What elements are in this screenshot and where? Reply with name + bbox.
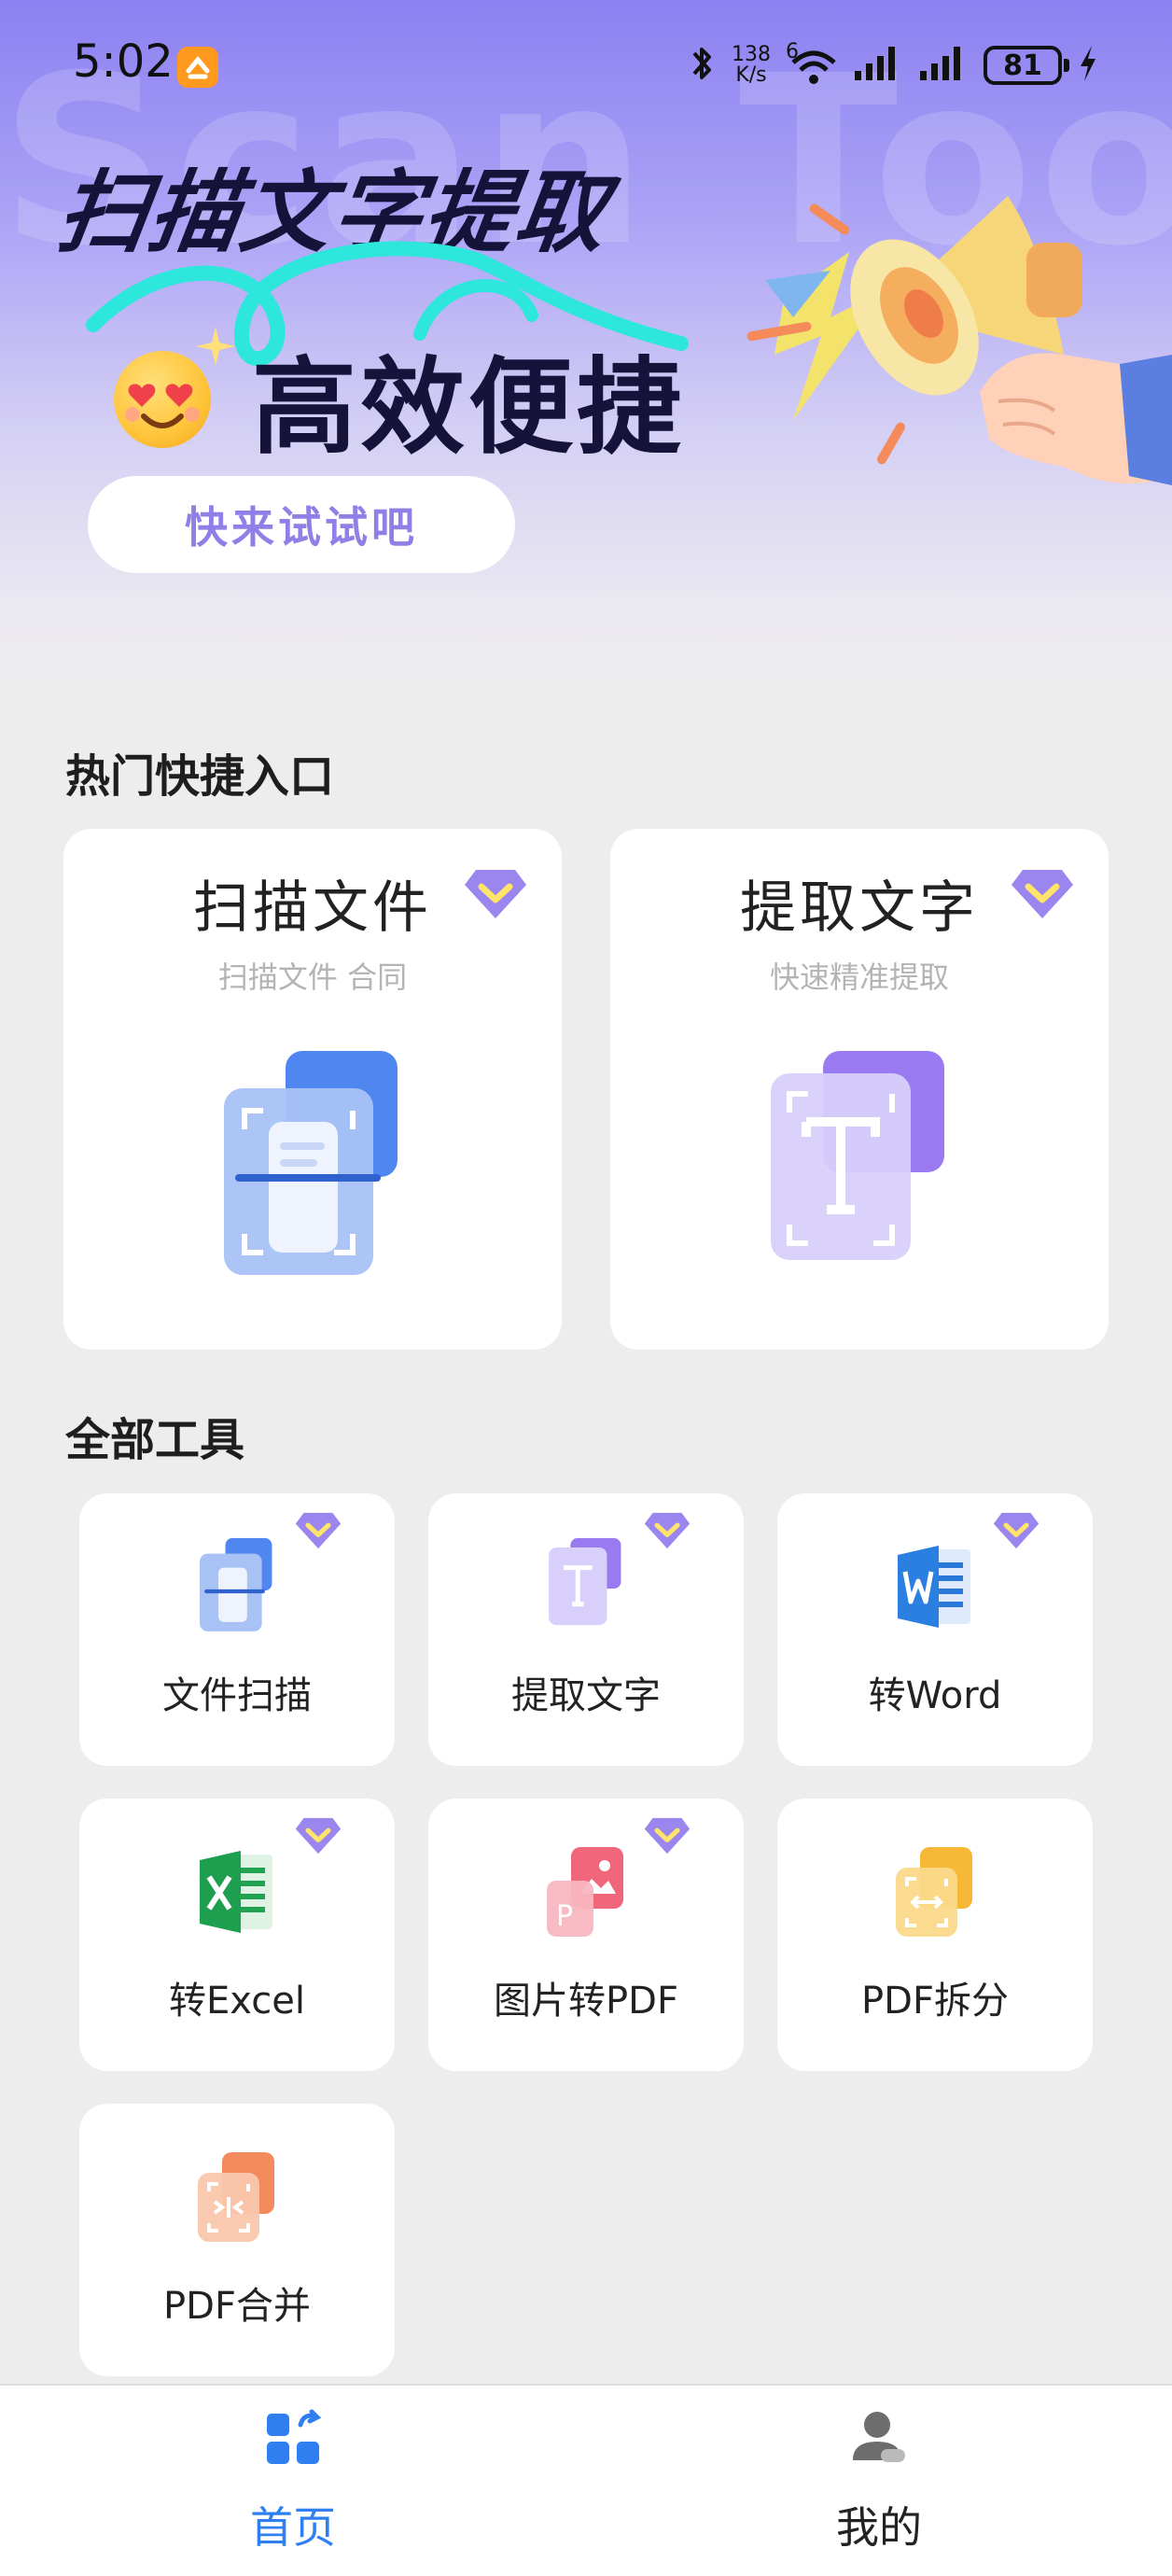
bottom-navigation: 首页 我的: [0, 2384, 1172, 2576]
charging-icon: [1077, 44, 1099, 87]
tool-pdf-merge[interactable]: PDF合并: [79, 2104, 395, 2376]
tool-image-to-pdf[interactable]: P 图片转PDF: [428, 1799, 744, 2071]
status-icons: 138 K/s 6 81: [689, 37, 1099, 93]
tool-pdf-split[interactable]: PDF拆分: [777, 1799, 1093, 2071]
home-grid-icon: [267, 2409, 322, 2464]
nav-item-profile[interactable]: 我的: [586, 2386, 1172, 2576]
status-time: 5:02: [73, 35, 174, 88]
quick-card-subtitle: 快速精准提取: [769, 959, 949, 995]
vip-diamond-icon: [295, 1512, 342, 1549]
quick-card-scan-file[interactable]: 扫描文件 扫描文件 合同: [63, 829, 562, 1350]
hero-subtitle: 高效便捷: [252, 347, 685, 469]
status-bar: 5:02 138 K/s 6 81: [0, 0, 1172, 131]
tool-label: 提取文字: [511, 1674, 661, 1717]
bluetooth-icon: [689, 42, 717, 89]
tool-label: PDF合并: [163, 2285, 311, 2328]
network-speed: 138 K/s: [732, 45, 771, 86]
tool-extract-text[interactable]: 提取文字: [428, 1493, 744, 1766]
tool-label: 转Excel: [169, 1980, 305, 2023]
tools-section-title: 全部工具: [65, 1414, 245, 1466]
tool-scan-file[interactable]: 文件扫描: [79, 1493, 395, 1766]
tool-label: 图片转PDF: [494, 1980, 678, 2023]
image-to-pdf-icon: P: [547, 1847, 623, 1937]
app-root: Scan Tool 5:02 138 K/s 6 81 扫描文字提取 高效便捷 …: [0, 0, 1172, 2576]
vip-diamond-icon: [993, 1512, 1039, 1549]
excel-icon: [200, 1851, 272, 1933]
tool-label: 文件扫描: [162, 1674, 312, 1717]
vip-diamond-icon: [465, 870, 526, 918]
tool-convert-excel[interactable]: 转Excel: [79, 1799, 395, 2071]
scan-document-icon: [200, 1538, 272, 1631]
nav-label-profile: 我的: [836, 2502, 922, 2553]
wifi-band-label: 6: [786, 40, 799, 63]
wifi-icon: 6: [786, 40, 838, 87]
text-extract-icon: [549, 1538, 621, 1626]
network-speed-value: 138: [732, 43, 771, 66]
text-extract-icon: [771, 1051, 944, 1260]
hot-section-title: 热门快捷入口: [65, 750, 335, 803]
quick-card-extract-text[interactable]: 提取文字 快速精准提取: [610, 829, 1109, 1350]
vip-diamond-icon: [295, 1817, 342, 1855]
signal-icon-2: [918, 45, 969, 86]
quick-card-subtitle: 扫描文件 合同: [217, 959, 408, 995]
sparkle-icon: [196, 327, 235, 366]
notification-app-icon: [177, 47, 218, 88]
scan-document-icon: [224, 1051, 398, 1275]
profile-icon: [853, 2412, 905, 2462]
try-now-button[interactable]: 快来试试吧: [88, 476, 515, 573]
megaphone-illustration-icon: [746, 196, 1172, 485]
battery-indicator: 81: [984, 46, 1069, 85]
tool-convert-word[interactable]: 转Word: [777, 1493, 1093, 1766]
vip-diamond-icon: [644, 1817, 691, 1855]
network-speed-unit: K/s: [735, 63, 767, 87]
signal-icon: [853, 45, 903, 86]
word-icon: [898, 1546, 970, 1628]
hero-banner[interactable]: Scan Tool 5:02 138 K/s 6 81 扫描文字提取 高效便捷 …: [0, 0, 1172, 691]
nav-label-home: 首页: [250, 2502, 336, 2553]
tool-label: PDF拆分: [861, 1980, 1009, 2023]
svg-text:P: P: [556, 1900, 573, 1933]
pdf-merge-icon: [198, 2152, 274, 2242]
pdf-split-icon: [896, 1847, 972, 1937]
vip-diamond-icon: [644, 1512, 691, 1549]
tool-label: 转Word: [868, 1674, 1002, 1717]
battery-level: 81: [1003, 49, 1042, 82]
nav-item-home[interactable]: 首页: [0, 2386, 586, 2576]
vip-diamond-icon: [1012, 870, 1073, 918]
